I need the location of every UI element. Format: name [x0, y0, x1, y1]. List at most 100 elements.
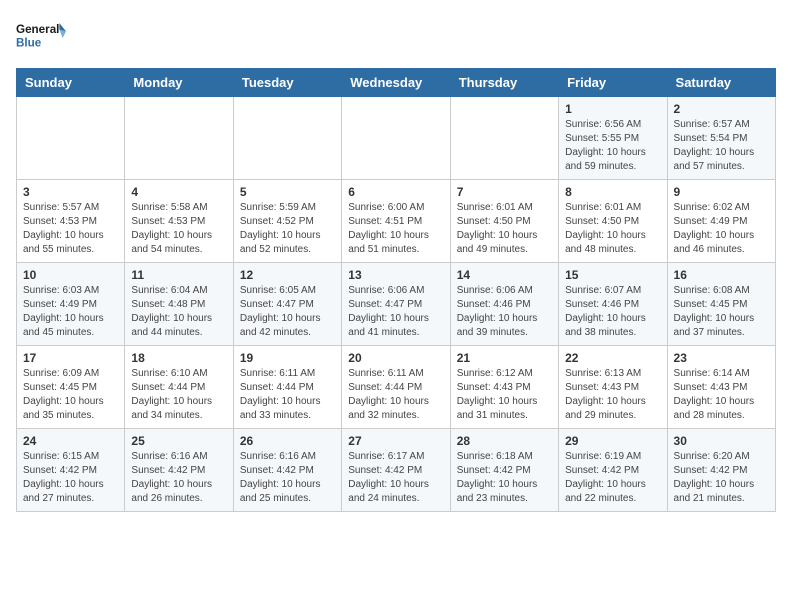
day-info: Sunrise: 6:00 AM Sunset: 4:51 PM Dayligh… — [348, 201, 443, 257]
calendar-cell — [342, 97, 450, 180]
calendar-cell — [17, 97, 125, 180]
day-number: 15 — [565, 268, 660, 282]
day-info: Sunrise: 6:57 AM Sunset: 5:54 PM Dayligh… — [674, 118, 769, 174]
day-info: Sunrise: 6:04 AM Sunset: 4:48 PM Dayligh… — [131, 284, 226, 340]
day-info: Sunrise: 6:07 AM Sunset: 4:46 PM Dayligh… — [565, 284, 660, 340]
calendar-table: SundayMondayTuesdayWednesdayThursdayFrid… — [16, 68, 776, 512]
calendar-cell: 5 Sunrise: 5:59 AM Sunset: 4:52 PM Daylig… — [233, 180, 341, 263]
calendar-cell: 3Sunrise: 5:57 AM Sunset: 4:53 PM Daylig… — [17, 180, 125, 263]
day-info: Sunrise: 6:10 AM Sunset: 4:44 PM Dayligh… — [131, 367, 226, 423]
calendar-cell: 18 Sunrise: 6:10 AM Sunset: 4:44 PM Dayli… — [125, 346, 233, 429]
calendar-cell: 23Sunrise: 6:14 AM Sunset: 4:43 PM Dayli… — [667, 346, 775, 429]
logo: General Blue — [16, 16, 66, 60]
calendar-week-row: 17 Sunrise: 6:09 AM Sunset: 4:45 PM Dayli… — [17, 346, 776, 429]
day-number: 20 — [348, 351, 443, 365]
weekday-header-monday: Monday — [125, 69, 233, 97]
day-info: Sunrise: 6:06 AM Sunset: 4:47 PM Dayligh… — [348, 284, 443, 340]
calendar-week-row: 1 Sunrise: 6:56 AM Sunset: 5:55 PM Daylig… — [17, 97, 776, 180]
calendar-cell: 15 Sunrise: 6:07 AM Sunset: 4:46 PM Dayli… — [559, 263, 667, 346]
calendar-cell: 19 Sunrise: 6:11 AM Sunset: 4:44 PM Dayli… — [233, 346, 341, 429]
calendar-body: 1 Sunrise: 6:56 AM Sunset: 5:55 PM Daylig… — [17, 97, 776, 512]
day-number: 1 — [565, 102, 660, 116]
calendar-cell: 26 Sunrise: 6:16 AM Sunset: 4:42 PM Dayli… — [233, 429, 341, 512]
calendar-cell: 30 Sunrise: 6:20 AM Sunset: 4:42 PM Dayli… — [667, 429, 775, 512]
calendar-cell: 16 Sunrise: 6:08 AM Sunset: 4:45 PM Dayli… — [667, 263, 775, 346]
day-number: 16 — [674, 268, 769, 282]
day-info: Sunrise: 6:03 AM Sunset: 4:49 PM Dayligh… — [23, 284, 118, 340]
calendar-cell: 25 Sunrise: 6:16 AM Sunset: 4:42 PM Dayli… — [125, 429, 233, 512]
day-number: 12 — [240, 268, 335, 282]
weekday-header-row: SundayMondayTuesdayWednesdayThursdayFrid… — [17, 69, 776, 97]
day-number: 13 — [348, 268, 443, 282]
day-info: Sunrise: 6:01 AM Sunset: 4:50 PM Dayligh… — [457, 201, 552, 257]
calendar-cell: 24Sunrise: 6:15 AM Sunset: 4:42 PM Dayli… — [17, 429, 125, 512]
calendar-cell: 6 Sunrise: 6:00 AM Sunset: 4:51 PM Daylig… — [342, 180, 450, 263]
calendar-week-row: 24Sunrise: 6:15 AM Sunset: 4:42 PM Dayli… — [17, 429, 776, 512]
day-number: 5 — [240, 185, 335, 199]
calendar-cell: 9Sunrise: 6:02 AM Sunset: 4:49 PM Daylig… — [667, 180, 775, 263]
day-number: 24 — [23, 434, 118, 448]
calendar-cell: 21Sunrise: 6:12 AM Sunset: 4:43 PM Dayli… — [450, 346, 558, 429]
day-number: 26 — [240, 434, 335, 448]
weekday-header-wednesday: Wednesday — [342, 69, 450, 97]
calendar-cell: 17 Sunrise: 6:09 AM Sunset: 4:45 PM Dayli… — [17, 346, 125, 429]
day-info: Sunrise: 6:01 AM Sunset: 4:50 PM Dayligh… — [565, 201, 660, 257]
calendar-cell: 2 Sunrise: 6:57 AM Sunset: 5:54 PM Daylig… — [667, 97, 775, 180]
day-number: 22 — [565, 351, 660, 365]
calendar-cell: 10 Sunrise: 6:03 AM Sunset: 4:49 PM Dayli… — [17, 263, 125, 346]
page-header: General Blue — [16, 16, 776, 60]
calendar-week-row: 10 Sunrise: 6:03 AM Sunset: 4:49 PM Dayli… — [17, 263, 776, 346]
day-info: Sunrise: 6:20 AM Sunset: 4:42 PM Dayligh… — [674, 450, 769, 506]
calendar-cell: 28Sunrise: 6:18 AM Sunset: 4:42 PM Dayli… — [450, 429, 558, 512]
logo-svg: General Blue — [16, 16, 66, 60]
svg-text:Blue: Blue — [16, 36, 42, 49]
day-number: 6 — [348, 185, 443, 199]
day-info: Sunrise: 6:16 AM Sunset: 4:42 PM Dayligh… — [240, 450, 335, 506]
day-number: 21 — [457, 351, 552, 365]
day-info: Sunrise: 6:11 AM Sunset: 4:44 PM Dayligh… — [348, 367, 443, 423]
calendar-cell: 11 Sunrise: 6:04 AM Sunset: 4:48 PM Dayli… — [125, 263, 233, 346]
day-number: 25 — [131, 434, 226, 448]
day-info: Sunrise: 6:16 AM Sunset: 4:42 PM Dayligh… — [131, 450, 226, 506]
calendar-cell: 7 Sunrise: 6:01 AM Sunset: 4:50 PM Daylig… — [450, 180, 558, 263]
day-info: Sunrise: 6:11 AM Sunset: 4:44 PM Dayligh… — [240, 367, 335, 423]
day-info: Sunrise: 6:56 AM Sunset: 5:55 PM Dayligh… — [565, 118, 660, 174]
calendar-cell: 29 Sunrise: 6:19 AM Sunset: 4:42 PM Dayli… — [559, 429, 667, 512]
calendar-cell — [450, 97, 558, 180]
day-number: 4 — [131, 185, 226, 199]
day-info: Sunrise: 5:58 AM Sunset: 4:53 PM Dayligh… — [131, 201, 226, 257]
weekday-header-friday: Friday — [559, 69, 667, 97]
day-info: Sunrise: 6:17 AM Sunset: 4:42 PM Dayligh… — [348, 450, 443, 506]
day-number: 7 — [457, 185, 552, 199]
day-number: 28 — [457, 434, 552, 448]
day-info: Sunrise: 6:08 AM Sunset: 4:45 PM Dayligh… — [674, 284, 769, 340]
day-info: Sunrise: 5:59 AM Sunset: 4:52 PM Dayligh… — [240, 201, 335, 257]
day-info: Sunrise: 6:14 AM Sunset: 4:43 PM Dayligh… — [674, 367, 769, 423]
day-number: 18 — [131, 351, 226, 365]
calendar-cell: 27Sunrise: 6:17 AM Sunset: 4:42 PM Dayli… — [342, 429, 450, 512]
calendar-cell: 8Sunrise: 6:01 AM Sunset: 4:50 PM Daylig… — [559, 180, 667, 263]
day-info: Sunrise: 6:09 AM Sunset: 4:45 PM Dayligh… — [23, 367, 118, 423]
day-number: 30 — [674, 434, 769, 448]
day-info: Sunrise: 6:19 AM Sunset: 4:42 PM Dayligh… — [565, 450, 660, 506]
calendar-cell: 12 Sunrise: 6:05 AM Sunset: 4:47 PM Dayli… — [233, 263, 341, 346]
calendar-cell: 4 Sunrise: 5:58 AM Sunset: 4:53 PM Daylig… — [125, 180, 233, 263]
day-number: 10 — [23, 268, 118, 282]
day-info: Sunrise: 6:05 AM Sunset: 4:47 PM Dayligh… — [240, 284, 335, 340]
day-number: 14 — [457, 268, 552, 282]
day-number: 2 — [674, 102, 769, 116]
weekday-header-tuesday: Tuesday — [233, 69, 341, 97]
calendar-cell — [233, 97, 341, 180]
calendar-cell: 20 Sunrise: 6:11 AM Sunset: 4:44 PM Dayli… — [342, 346, 450, 429]
day-number: 11 — [131, 268, 226, 282]
day-info: Sunrise: 6:02 AM Sunset: 4:49 PM Dayligh… — [674, 201, 769, 257]
day-number: 19 — [240, 351, 335, 365]
calendar-cell: 1 Sunrise: 6:56 AM Sunset: 5:55 PM Daylig… — [559, 97, 667, 180]
day-number: 29 — [565, 434, 660, 448]
svg-text:General: General — [16, 23, 59, 36]
day-info: Sunrise: 6:06 AM Sunset: 4:46 PM Dayligh… — [457, 284, 552, 340]
day-number: 17 — [23, 351, 118, 365]
calendar-cell: 22Sunrise: 6:13 AM Sunset: 4:43 PM Dayli… — [559, 346, 667, 429]
calendar-cell — [125, 97, 233, 180]
calendar-week-row: 3Sunrise: 5:57 AM Sunset: 4:53 PM Daylig… — [17, 180, 776, 263]
